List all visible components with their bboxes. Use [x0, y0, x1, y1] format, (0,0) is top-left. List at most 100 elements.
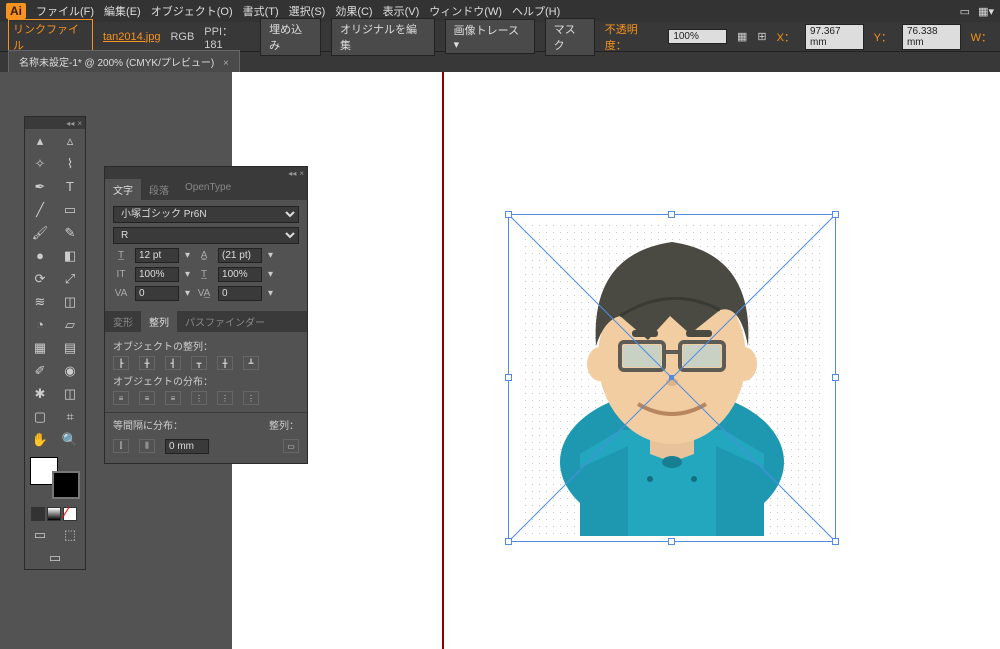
graph-tool[interactable]: ◫	[55, 382, 85, 405]
screen-mode-normal[interactable]: ▭	[25, 523, 55, 546]
screen-mode-toggle[interactable]: ⬚	[55, 523, 85, 546]
tracking-field[interactable]: 0	[218, 286, 262, 301]
mask-button[interactable]: マスク	[545, 18, 595, 56]
selection-tool[interactable]: ▴	[25, 129, 55, 152]
hscale-field[interactable]: 100%	[218, 267, 262, 282]
edit-original-button[interactable]: オリジナルを編集	[331, 18, 435, 56]
eyedropper-tool[interactable]: ✐	[25, 359, 55, 382]
dist-top[interactable]: ≡	[113, 391, 129, 405]
artboard-tool[interactable]: ▢	[25, 405, 55, 428]
image-trace-button[interactable]: 画像トレース ▾	[445, 19, 535, 54]
dist-vcenter[interactable]: ≡	[139, 391, 155, 405]
embed-button[interactable]: 埋め込み	[260, 18, 321, 56]
opacity-label: 不透明度：	[605, 21, 659, 53]
direct-selection-tool[interactable]: ▵	[55, 129, 85, 152]
handle-bl[interactable]	[505, 538, 512, 545]
align-vcenter[interactable]: ╋	[217, 356, 233, 370]
width-tool[interactable]: ≋	[25, 290, 55, 313]
dist-right[interactable]: ⋮	[243, 391, 259, 405]
pathfinder-tab[interactable]: パスファインダー	[177, 311, 273, 332]
panel-close-icon[interactable]: ×	[299, 169, 304, 178]
gradient-mode-btn[interactable]	[47, 507, 61, 521]
arrange-icon[interactable]: ▦▾	[978, 5, 994, 18]
blob-brush-tool[interactable]: ●	[25, 244, 55, 267]
mesh-tool[interactable]: ▦	[25, 336, 55, 359]
font-style-select[interactable]: R	[113, 227, 299, 244]
perspective-tool[interactable]: ▱	[55, 313, 85, 336]
dist-space-v[interactable]: ⫿	[113, 439, 129, 453]
pencil-tool[interactable]: ✎	[55, 221, 85, 244]
menu-edit[interactable]: 編集(E)	[104, 3, 141, 19]
gradient-tool[interactable]: ▤	[55, 336, 85, 359]
pen-tool[interactable]: ✒	[25, 175, 55, 198]
slice-tool[interactable]: ⌗	[55, 405, 85, 428]
zoom-tool[interactable]: 🔍	[55, 428, 85, 451]
y-field[interactable]: 76.338 mm	[902, 24, 961, 50]
doc-setup-icon[interactable]: ▭	[960, 5, 970, 18]
align-left[interactable]: ┣	[113, 356, 129, 370]
font-size-field[interactable]: 12 pt	[135, 248, 179, 263]
shape-builder-tool[interactable]: ◔	[25, 313, 55, 336]
free-transform-tool[interactable]: ◫	[55, 290, 85, 313]
spacing-field[interactable]: 0 mm	[165, 439, 209, 454]
handle-br[interactable]	[832, 538, 839, 545]
menu-window[interactable]: ウィンドウ(W)	[429, 3, 502, 19]
eraser-tool[interactable]: ◧	[55, 244, 85, 267]
magic-wand-tool[interactable]: ✧	[25, 152, 55, 175]
kerning-field[interactable]: 0	[135, 286, 179, 301]
opentype-tab[interactable]: OpenType	[177, 179, 239, 200]
panel-collapse-icon[interactable]: ◂◂	[288, 169, 296, 178]
handle-bc[interactable]	[668, 538, 675, 545]
x-field[interactable]: 97.367 mm	[805, 24, 864, 50]
menu-object[interactable]: オブジェクト(O)	[151, 3, 233, 19]
font-family-select[interactable]: 小塚ゴシック Pr6N	[113, 206, 299, 223]
align-top[interactable]: ┳	[191, 356, 207, 370]
dist-left[interactable]: ⋮	[191, 391, 207, 405]
linked-filename[interactable]: tan2014.jpg	[103, 31, 161, 43]
close-panel-icon[interactable]: ×	[77, 119, 82, 128]
transform-icon[interactable]: ⊞	[757, 30, 766, 43]
handle-ml[interactable]	[505, 374, 512, 381]
paintbrush-tool[interactable]: 🖌	[25, 221, 55, 244]
align-pixel-icon[interactable]: ▦	[737, 30, 747, 43]
leading-field[interactable]: (21 pt)	[218, 248, 262, 263]
handle-tr[interactable]	[832, 211, 839, 218]
align-hcenter[interactable]: ╋	[139, 356, 155, 370]
scale-tool[interactable]: ⤢	[55, 267, 85, 290]
x-label: X：	[777, 29, 795, 45]
align-tab[interactable]: 整列	[141, 311, 177, 332]
stroke-swatch[interactable]	[52, 471, 80, 499]
fill-stroke-swatch[interactable]	[28, 455, 82, 501]
blend-tool[interactable]: ◉	[55, 359, 85, 382]
handle-tc[interactable]	[668, 211, 675, 218]
change-screen-mode[interactable]: ▭	[25, 546, 85, 569]
document-tab[interactable]: 名称未設定-1* @ 200% (CMYK/プレビュー) ×	[8, 50, 240, 72]
vscale-field[interactable]: 100%	[135, 267, 179, 282]
menu-file[interactable]: ファイル(F)	[36, 3, 94, 19]
type-tool[interactable]: T	[55, 175, 85, 198]
line-tool[interactable]: ╱	[25, 198, 55, 221]
color-mode-btn[interactable]	[31, 507, 45, 521]
char-tab[interactable]: 文字	[105, 179, 141, 200]
dist-bottom[interactable]: ≡	[165, 391, 181, 405]
selection-bounding-box[interactable]	[508, 214, 836, 542]
none-mode-btn[interactable]: ⁄	[63, 507, 77, 521]
hand-tool[interactable]: ✋	[25, 428, 55, 451]
align-to-button[interactable]: ▭	[283, 439, 299, 453]
para-tab[interactable]: 段落	[141, 179, 177, 200]
collapse-icon[interactable]: ◂◂	[66, 119, 74, 128]
dist-space-h[interactable]: ⫼	[139, 439, 155, 453]
rectangle-tool[interactable]: ▭	[55, 198, 85, 221]
rotate-tool[interactable]: ⟳	[25, 267, 55, 290]
align-bottom[interactable]: ┻	[243, 356, 259, 370]
symbol-sprayer-tool[interactable]: ✱	[25, 382, 55, 405]
align-right[interactable]: ┫	[165, 356, 181, 370]
lasso-tool[interactable]: ⌇	[55, 152, 85, 175]
opacity-field[interactable]: 100%	[668, 29, 727, 44]
kerning-icon: VA	[113, 288, 129, 299]
handle-mr[interactable]	[832, 374, 839, 381]
handle-tl[interactable]	[505, 211, 512, 218]
tab-close-icon[interactable]: ×	[223, 58, 229, 69]
dist-hcenter[interactable]: ⋮	[217, 391, 233, 405]
transform-tab[interactable]: 変形	[105, 311, 141, 332]
